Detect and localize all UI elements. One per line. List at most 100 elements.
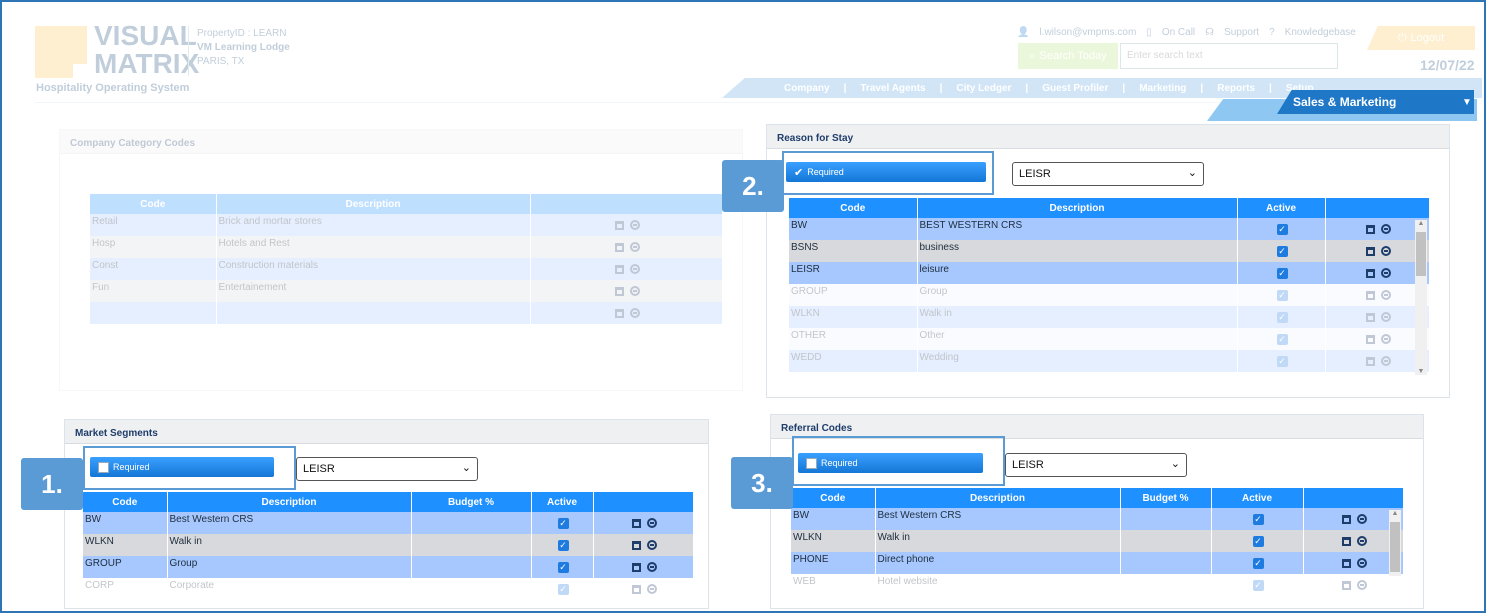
required-toggle-button[interactable]: ✔ Required <box>786 162 986 182</box>
required-toggle-button[interactable]: Required <box>90 457 274 477</box>
support-link[interactable]: Support <box>1224 27 1259 38</box>
active-checkbox[interactable]: ✓ <box>1276 356 1288 367</box>
table-row[interactable]: GROUP Group ✓ <box>789 284 1430 306</box>
active-checkbox[interactable]: ✓ <box>1252 514 1264 525</box>
active-checkbox[interactable]: ✓ <box>557 584 569 595</box>
active-checkbox[interactable]: ✓ <box>1252 580 1264 591</box>
nav-guest-profiler[interactable]: Guest Profiler <box>1042 83 1108 94</box>
required-toggle-button[interactable]: Required <box>798 453 983 473</box>
save-icon[interactable] <box>1341 558 1351 568</box>
delete-icon[interactable] <box>646 562 657 572</box>
active-checkbox[interactable]: ✓ <box>1252 536 1264 547</box>
delete-icon[interactable] <box>1356 580 1367 590</box>
scroll-thumb[interactable] <box>1416 232 1426 276</box>
on-call-link[interactable]: On Call <box>1162 27 1195 38</box>
delete-icon[interactable] <box>1380 224 1391 234</box>
table-row[interactable]: BW Best Western CRS ✓ <box>83 512 694 534</box>
scroll-up-icon[interactable]: ▲ <box>1389 510 1401 517</box>
delete-icon[interactable] <box>1380 334 1391 344</box>
save-icon[interactable] <box>631 562 641 572</box>
delete-icon[interactable] <box>1380 246 1391 256</box>
scroll-up-icon[interactable]: ▲ <box>1415 220 1427 227</box>
table-row[interactable]: WLKN Walk in ✓ <box>791 530 1404 552</box>
table-row[interactable]: Fun Entertainement <box>90 280 723 302</box>
save-icon[interactable] <box>614 220 624 230</box>
save-icon[interactable] <box>614 264 624 274</box>
save-icon[interactable] <box>1365 312 1375 322</box>
search-today-button[interactable]: ⌕ Search Today <box>1018 43 1118 69</box>
search-input[interactable]: Enter search text <box>1120 43 1338 69</box>
knowledgebase-link[interactable]: Knowledgebase <box>1285 27 1356 38</box>
delete-icon[interactable] <box>1356 514 1367 524</box>
save-icon[interactable] <box>1365 290 1375 300</box>
table-row-new[interactable] <box>90 302 723 324</box>
active-checkbox[interactable]: ✓ <box>1276 224 1288 235</box>
save-icon[interactable] <box>614 308 624 318</box>
save-icon[interactable] <box>631 540 641 550</box>
save-icon[interactable] <box>631 584 641 594</box>
scrollbar[interactable]: ▲ ▼ <box>1415 220 1427 375</box>
active-checkbox[interactable]: ✓ <box>1252 558 1264 569</box>
save-icon[interactable] <box>614 286 624 296</box>
logout-button[interactable]: ⏻ Logout <box>1367 26 1475 50</box>
save-icon[interactable] <box>1365 268 1375 278</box>
table-row[interactable]: LEISR leisure ✓ <box>789 262 1430 284</box>
table-row[interactable]: BW BEST WESTERN CRS ✓ <box>789 218 1430 240</box>
scroll-thumb[interactable] <box>1390 522 1400 572</box>
save-icon[interactable] <box>1365 224 1375 234</box>
table-row[interactable]: BSNS business ✓ <box>789 240 1430 262</box>
table-row[interactable]: WEB Hotel website ✓ <box>791 574 1404 596</box>
active-checkbox[interactable]: ✓ <box>557 540 569 551</box>
save-icon[interactable] <box>1365 246 1375 256</box>
delete-icon[interactable] <box>629 264 640 274</box>
active-checkbox[interactable]: ✓ <box>1276 334 1288 345</box>
scroll-down-icon[interactable]: ▼ <box>1415 368 1427 375</box>
active-checkbox[interactable]: ✓ <box>1276 268 1288 279</box>
save-icon[interactable] <box>1365 334 1375 344</box>
active-checkbox[interactable]: ✓ <box>1276 290 1288 301</box>
delete-icon[interactable] <box>629 242 640 252</box>
delete-icon[interactable] <box>1380 268 1391 278</box>
save-icon[interactable] <box>1341 514 1351 524</box>
nav-travel-agents[interactable]: Travel Agents <box>860 83 925 94</box>
active-checkbox[interactable]: ✓ <box>1276 312 1288 323</box>
delete-icon[interactable] <box>646 584 657 594</box>
table-row[interactable]: CORP Corporate ✓ <box>83 578 694 600</box>
delete-icon[interactable] <box>646 518 657 528</box>
nav-marketing[interactable]: Marketing <box>1139 83 1186 94</box>
save-icon[interactable] <box>631 518 641 528</box>
active-checkbox[interactable]: ✓ <box>1276 246 1288 257</box>
table-row[interactable]: GROUP Group ✓ <box>83 556 694 578</box>
user-email-link[interactable]: l.wilson@vmpms.com <box>1039 27 1136 38</box>
delete-icon[interactable] <box>629 308 640 318</box>
table-row[interactable]: PHONE Direct phone ✓ <box>791 552 1404 574</box>
table-row[interactable]: BW Best Western CRS ✓ <box>791 508 1404 530</box>
active-checkbox[interactable]: ✓ <box>557 562 569 573</box>
table-row[interactable]: Const Construction materials <box>90 258 723 280</box>
nav-city-ledger[interactable]: City Ledger <box>956 83 1011 94</box>
scrollbar[interactable]: ▲ <box>1389 510 1401 576</box>
delete-icon[interactable] <box>629 286 640 296</box>
delete-icon[interactable] <box>629 220 640 230</box>
delete-icon[interactable] <box>1380 312 1391 322</box>
delete-icon[interactable] <box>1356 558 1367 568</box>
chevron-down-icon[interactable]: ▼ <box>1460 90 1474 114</box>
market-segment-select[interactable]: LEISR ⌄ <box>296 457 478 481</box>
save-icon[interactable] <box>1341 580 1351 590</box>
delete-icon[interactable] <box>1380 356 1391 366</box>
module-tab-sales-marketing[interactable]: Sales & Marketing <box>1277 90 1460 114</box>
table-row[interactable]: Retail Brick and mortar stores <box>90 214 723 236</box>
nav-company[interactable]: Company <box>784 83 830 94</box>
delete-icon[interactable] <box>1356 536 1367 546</box>
delete-icon[interactable] <box>1380 290 1391 300</box>
table-row[interactable]: Hosp Hotels and Rest <box>90 236 723 258</box>
table-row[interactable]: OTHER Other ✓ <box>789 328 1430 350</box>
save-icon[interactable] <box>1365 356 1375 366</box>
save-icon[interactable] <box>1341 536 1351 546</box>
reason-select[interactable]: LEISR ⌄ <box>1012 162 1204 186</box>
table-row[interactable]: WLKN Walk in ✓ <box>789 306 1430 328</box>
save-icon[interactable] <box>614 242 624 252</box>
referral-select[interactable]: LEISR ⌄ <box>1005 453 1187 477</box>
nav-reports[interactable]: Reports <box>1217 83 1255 94</box>
table-row[interactable]: WLKN Walk in ✓ <box>83 534 694 556</box>
